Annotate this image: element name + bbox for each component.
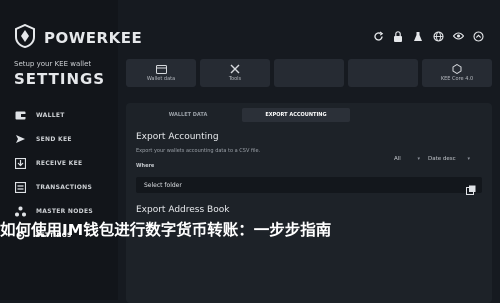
chevron-up-icon[interactable] <box>472 30 484 42</box>
folder-select-field[interactable]: Select folder <box>136 177 482 195</box>
chevron-down-icon: ▾ <box>417 156 420 162</box>
sort-select[interactable]: Date desc ▾ <box>428 156 470 162</box>
tile-blank[interactable] <box>274 59 344 87</box>
refresh-icon[interactable] <box>372 30 384 42</box>
brand: POWERKEE <box>14 23 143 52</box>
transactions-icon <box>14 181 26 193</box>
sidebar-item-send-kee[interactable]: SEND KEE <box>14 127 114 151</box>
lock-icon[interactable] <box>392 30 404 42</box>
filter-select-value: All <box>394 156 401 162</box>
sidebar-item-wallet[interactable]: WALLET <box>14 103 114 127</box>
sidebar-item-transactions[interactable]: TRANSACTIONS <box>14 175 114 199</box>
blank-icon <box>377 67 389 77</box>
tab-wallet-data[interactable]: WALLET DATA <box>134 108 242 122</box>
core-icon <box>451 64 463 74</box>
sidebar-item-label: SEND KEE <box>36 135 72 143</box>
eye-icon[interactable] <box>452 30 464 42</box>
tile-blank[interactable] <box>348 59 418 87</box>
filter-select[interactable]: All ▾ <box>394 156 420 162</box>
top-toolbar <box>372 30 484 42</box>
sidebar-item-label: TRANSACTIONS <box>36 183 93 191</box>
chevron-down-icon: ▾ <box>467 156 470 162</box>
tile-kee-core[interactable]: KEE Core 4.0 <box>422 59 492 87</box>
overlay-caption: 如何使用IM钱包进行数字货币转账：一步步指南 <box>0 221 332 239</box>
external-link-icon[interactable] <box>466 180 476 195</box>
folder-select-placeholder: Select folder <box>144 181 182 189</box>
blank-icon <box>303 67 315 77</box>
where-label: Where <box>136 163 155 169</box>
export-accounting-title: Export Accounting <box>136 132 219 142</box>
sidebar: POWERKEE Setup your KEE wallet SETTINGS … <box>0 0 142 300</box>
sidebar-item-label: MASTER NODES <box>36 207 93 215</box>
sidebar-item-receive-kee[interactable]: RECEIVE KEE <box>14 151 114 175</box>
brand-name: POWERKEE <box>44 29 143 47</box>
globe-icon[interactable] <box>432 30 444 42</box>
wallet-icon <box>14 109 26 121</box>
settings-tiles: Wallet data Tools KEE Core 4.0 <box>126 59 492 87</box>
shield-logo-icon <box>14 23 36 52</box>
tile-label: Tools <box>228 76 242 82</box>
sidebar-title: SETTINGS <box>14 70 106 88</box>
tile-tools[interactable]: Tools <box>200 59 270 87</box>
tile-wallet-data[interactable]: Wallet data <box>126 59 196 87</box>
send-icon <box>14 133 26 145</box>
wallet-data-icon <box>155 64 167 74</box>
sort-select-value: Date desc <box>428 156 456 162</box>
export-accounting-description: Export your wallets accounting data to a… <box>136 148 261 154</box>
sidebar-item-label: WALLET <box>36 111 65 119</box>
tab-export-accounting[interactable]: EXPORT ACCOUNTING <box>242 108 350 122</box>
sidebar-subtitle: Setup your KEE wallet <box>14 60 92 68</box>
panel-tabs: WALLET DATA EXPORT ACCOUNTING <box>134 108 350 122</box>
receive-icon <box>14 157 26 169</box>
export-address-book-title: Export Address Book <box>136 205 230 215</box>
flask-icon[interactable] <box>412 30 424 42</box>
tile-label: KEE Core 4.0 <box>440 76 474 82</box>
sidebar-item-label: RECEIVE KEE <box>36 159 83 167</box>
tools-icon <box>229 64 241 74</box>
settings-panel: WALLET DATA EXPORT ACCOUNTING Export Acc… <box>126 103 492 303</box>
tile-label: Wallet data <box>146 76 176 82</box>
